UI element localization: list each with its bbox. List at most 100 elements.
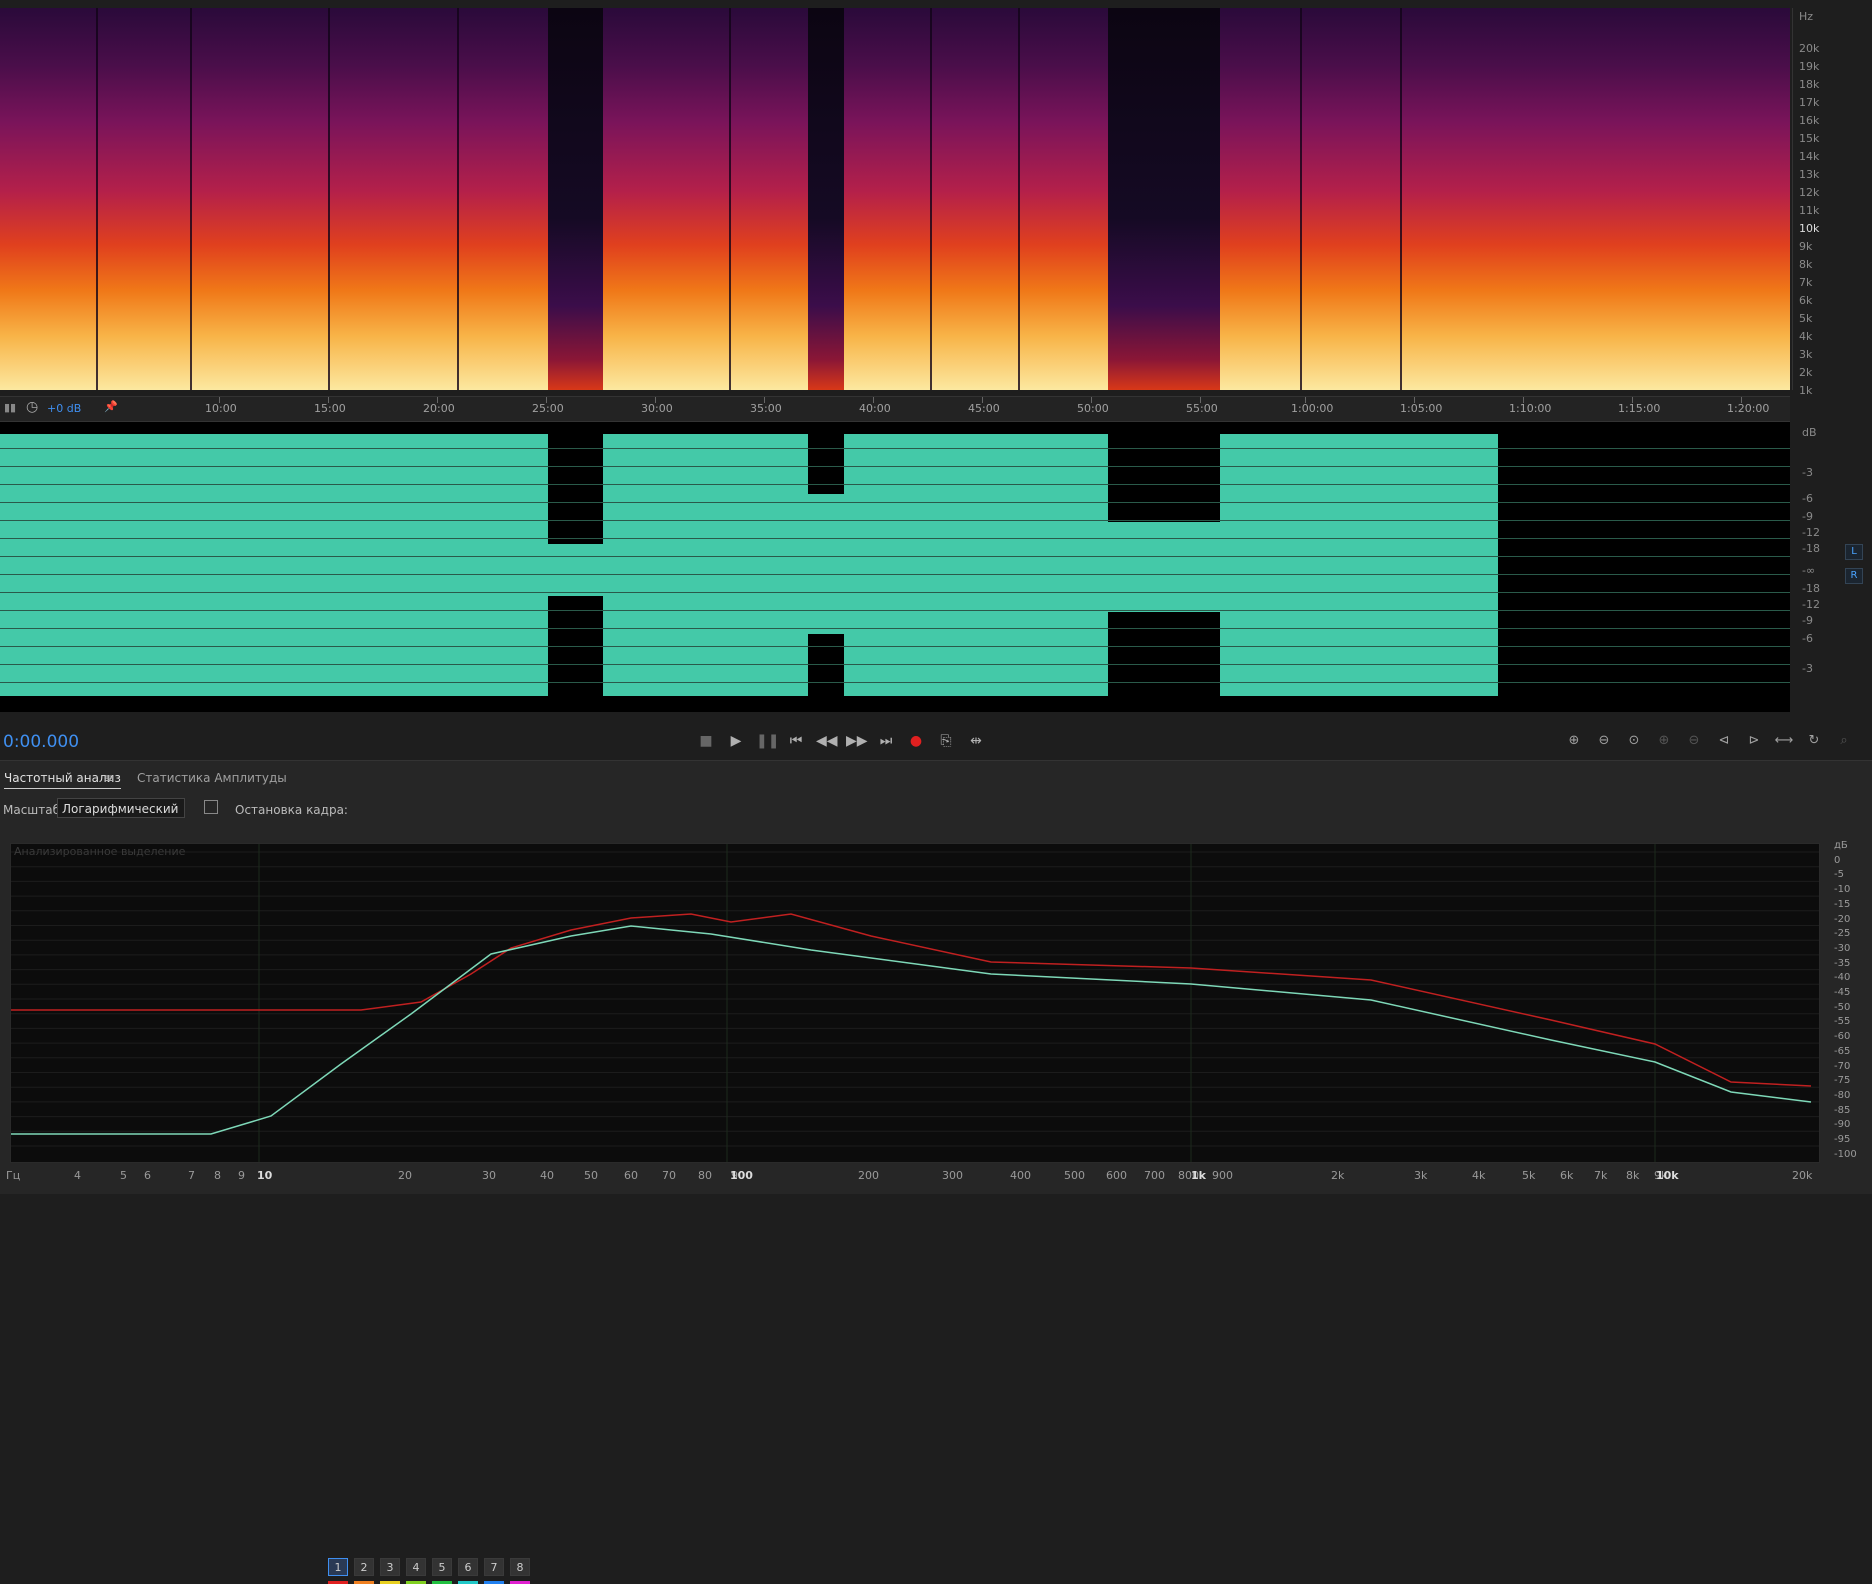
waveform-segment	[603, 434, 808, 696]
time-label: 25:00	[532, 402, 564, 415]
db-label: -12	[1802, 526, 1820, 539]
time-tick	[1091, 397, 1092, 403]
db-label: -70	[1834, 1060, 1851, 1072]
waveform-segment	[0, 434, 548, 696]
frequency-label: 7	[188, 1169, 195, 1182]
time-label: 1:00:00	[1291, 402, 1334, 415]
time-label: 35:00	[750, 402, 782, 415]
time-tick	[655, 397, 656, 403]
record-button[interactable]: ●	[906, 732, 926, 750]
amplitude-gridline	[0, 664, 1790, 665]
spectrogram-quiet-region	[1108, 8, 1220, 390]
pause-button[interactable]: ❚❚	[756, 732, 779, 750]
hz-label: 12k	[1799, 186, 1820, 199]
hz-label: 7k	[1799, 276, 1813, 289]
db-label: 0	[1834, 854, 1841, 866]
frequency-label: 8k	[1626, 1169, 1640, 1182]
frequency-graph[interactable]	[10, 843, 1820, 1163]
channel-right-toggle[interactable]: R	[1845, 568, 1863, 584]
frequency-label: 3k	[1414, 1169, 1428, 1182]
zoom-right-icon[interactable]: ⊳	[1743, 732, 1765, 750]
tab-menu-icon[interactable]: ≡	[104, 771, 114, 785]
frequency-label: 40	[540, 1169, 554, 1182]
db-label: -3	[1802, 662, 1813, 675]
waveform-view[interactable]	[0, 422, 1790, 712]
frequency-label: 20k	[1792, 1169, 1813, 1182]
db-label: dB	[1802, 426, 1817, 439]
play-button[interactable]: ▶	[726, 732, 746, 750]
freeze-frame-button-7[interactable]: 7	[484, 1558, 504, 1576]
db-label: -6	[1802, 632, 1813, 645]
fast-forward-button[interactable]: ▶▶	[846, 732, 868, 750]
zoom-in-time-icon[interactable]: ⊕	[1653, 732, 1675, 750]
db-label: -45	[1834, 987, 1851, 998]
timeline-ruler[interactable]: ▮▮ ◷ +0 dB 📌 10:00 15:00 20:00 25:00 30:00 35…	[0, 396, 1790, 422]
spectrogram-image	[0, 8, 1790, 390]
frequency-label: 80	[698, 1169, 712, 1182]
skip-forward-button[interactable]: ⏭	[876, 732, 896, 750]
time-label: 20:00	[423, 402, 455, 415]
waveform-segment	[548, 544, 603, 596]
zoom-left-icon[interactable]: ⊲	[1713, 732, 1735, 750]
frequency-label: 6	[144, 1169, 151, 1182]
time-tick	[1523, 397, 1524, 403]
channel-left-toggle[interactable]: L	[1845, 544, 1863, 560]
freeze-frame-button-4[interactable]: 4	[406, 1558, 426, 1576]
timecode-display[interactable]: 0:00.000	[3, 732, 79, 752]
zoom-out-time-icon[interactable]: ⊖	[1683, 732, 1705, 750]
hz-label: 11k	[1799, 204, 1820, 217]
zoom-in-amplitude-icon[interactable]: ⊕	[1563, 732, 1585, 750]
zoom-extra-icon[interactable]: ⌕	[1833, 732, 1855, 750]
db-label: -75	[1834, 1075, 1851, 1087]
zoom-reset-icon[interactable]: ↻	[1803, 732, 1825, 750]
db-label: -18	[1802, 542, 1820, 555]
rewind-button[interactable]: ◀◀	[816, 732, 838, 750]
time-tick	[982, 397, 983, 403]
stop-button[interactable]: ■	[696, 732, 716, 750]
tab-amplitude-statistics[interactable]: Статистика Амплитуды	[137, 771, 287, 785]
db-label: -18	[1802, 582, 1820, 595]
copy-icon[interactable]	[204, 800, 218, 814]
freeze-frame-button-8[interactable]: 8	[510, 1558, 530, 1576]
spectrogram-view[interactable]	[0, 8, 1790, 390]
freeze-frame-button-2[interactable]: 2	[354, 1558, 374, 1576]
gain-value[interactable]: +0 dB	[47, 402, 81, 415]
volume-knob-icon[interactable]: ◷	[26, 399, 38, 415]
zoom-full-icon[interactable]: ⟷	[1773, 732, 1795, 750]
skip-back-button[interactable]: ⏮	[786, 732, 806, 750]
freeze-frame-button-6[interactable]: 6	[458, 1558, 478, 1576]
amplitude-gridline	[0, 466, 1790, 467]
skip-selection-button[interactable]: ⇹	[966, 732, 986, 750]
waveform-segment	[1220, 434, 1498, 696]
hz-label: 9k	[1799, 240, 1813, 253]
frequency-label: 2k	[1331, 1169, 1345, 1182]
hz-label: 15k	[1799, 132, 1820, 145]
time-label: 10:00	[205, 402, 237, 415]
db-label: -50	[1834, 1001, 1851, 1013]
frequency-label: 70	[662, 1169, 676, 1182]
hz-label: 2k	[1799, 366, 1813, 379]
db-label: -∞	[1802, 564, 1816, 577]
time-label: 1:10:00	[1509, 402, 1552, 415]
frequency-label: Гц	[6, 1169, 21, 1182]
waveform-segment	[808, 494, 844, 634]
time-tick	[1200, 397, 1201, 403]
zoom-out-amplitude-icon[interactable]: ⊖	[1593, 732, 1615, 750]
zoom-selection-icon[interactable]: ⊙	[1623, 732, 1645, 750]
time-label: 15:00	[314, 402, 346, 415]
time-tick	[219, 397, 220, 403]
loop-button[interactable]: ⎘	[936, 732, 956, 750]
pin-icon[interactable]: 📌	[104, 400, 118, 413]
freeze-frame-button-3[interactable]: 3	[380, 1558, 400, 1576]
frequency-label: 300	[942, 1169, 963, 1182]
scale-select[interactable]: Логарифмический ⌄	[57, 798, 185, 818]
db-label: -15	[1834, 898, 1851, 910]
signal-icon: ▮▮	[4, 401, 17, 414]
time-label: 45:00	[968, 402, 1000, 415]
db-label: -90	[1834, 1119, 1851, 1131]
freeze-frame-button-5[interactable]: 5	[432, 1558, 452, 1576]
time-label: 1:05:00	[1400, 402, 1443, 415]
hz-label: Hz	[1799, 10, 1814, 23]
freeze-frame-button-1[interactable]: 1	[328, 1558, 348, 1576]
frequency-label: 10	[257, 1169, 273, 1182]
